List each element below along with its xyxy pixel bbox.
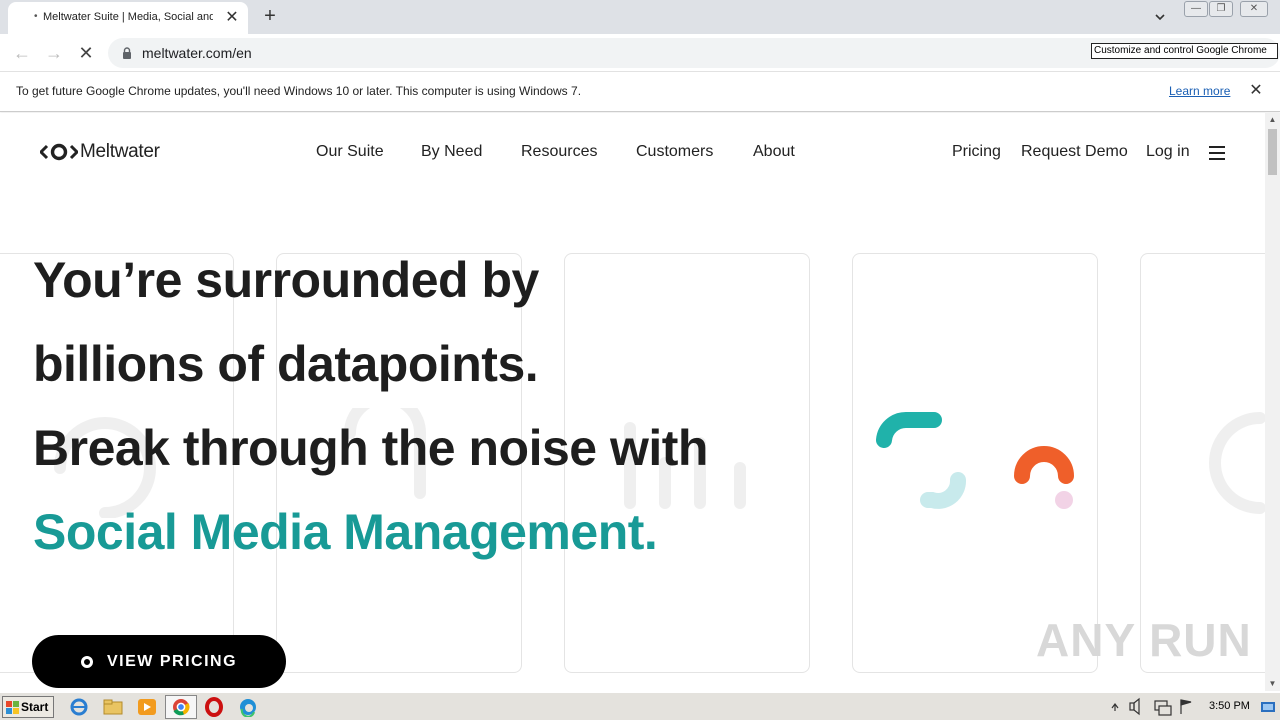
file-explorer-icon[interactable] [102,697,124,717]
view-pricing-button[interactable]: VIEW PRICING [32,635,286,688]
watermark: ANY RUN [1036,614,1252,666]
tab-search-icon[interactable] [1150,7,1170,27]
hero-headline-line-2: billions of datapoints. [33,336,539,392]
button-dot-icon [81,656,93,668]
cta-label: VIEW PRICING [107,653,238,670]
forward-button[interactable]: → [42,41,66,65]
hero-highlight: Social Media Management. [33,504,658,560]
windows-flag-icon [6,701,19,714]
menu-icon[interactable] [1209,146,1225,160]
chrome-icon [173,699,190,716]
tab-loading-icon: • [34,11,38,22]
windows-taskbar: Start 3:50 PM [0,692,1280,720]
web-page: Meltwater Our Suite By Need Resources Cu… [0,113,1265,691]
tab-close-icon[interactable]: ✕ [222,8,242,28]
tab-strip: • Meltwater Suite | Media, Social and Co… [0,0,1280,34]
nav-about[interactable]: About [753,143,795,161]
infobar-close-icon[interactable]: ✕ [1246,81,1266,101]
start-button[interactable]: Start [2,696,54,718]
window-close-button[interactable]: ✕ [1240,1,1268,17]
nav-resources[interactable]: Resources [521,143,597,161]
screen: • Meltwater Suite | Media, Social and Co… [0,0,1280,720]
update-infobar: To get future Google Chrome updates, you… [0,72,1280,112]
new-tab-button[interactable]: + [258,5,282,29]
opera-icon[interactable] [203,697,225,717]
faint-illustration [1209,412,1265,514]
chrome-taskbar-button[interactable] [165,695,197,719]
nav-by-need[interactable]: By Need [421,143,482,161]
logo-text: Meltwater [80,141,160,162]
infobar-message: To get future Google Chrome updates, you… [16,84,582,98]
start-label: Start [21,700,49,714]
edge-icon[interactable] [237,697,259,717]
nav-customers[interactable]: Customers [636,143,713,161]
nav-pricing[interactable]: Pricing [952,143,1001,161]
learn-more-link[interactable]: Learn more [1169,84,1230,98]
hero-headline-line-1: You’re surrounded by [33,252,539,308]
internet-explorer-icon[interactable] [68,697,90,717]
tab-title: Meltwater Suite | Media, Social and Cons… [43,11,213,23]
url-text: meltwater.com/en [142,45,252,61]
system-tray [1111,697,1275,716]
hero-headline-line-3: Break through the noise with [33,420,708,476]
nav-request-demo[interactable]: Request Demo [1021,143,1128,161]
loading-animation-shapes [876,411,1074,509]
taskbar-clock: 3:50 PM [1209,700,1250,712]
stop-loading-button[interactable]: ✕ [74,41,98,65]
restore-button[interactable]: ❐ [1209,1,1233,17]
scroll-up-arrow-icon[interactable]: ▲ [1265,113,1280,127]
scroll-thumb[interactable] [1268,129,1277,175]
logo-icon [40,143,78,161]
browser-toolbar: ← → ✕ meltwater.com/en [0,34,1280,72]
nav-log-in[interactable]: Log in [1146,143,1190,161]
nav-our-suite[interactable]: Our Suite [316,143,384,161]
browser-tab[interactable]: • Meltwater Suite | Media, Social and Co… [8,2,248,34]
tray-icons [1111,697,1192,716]
minimize-button[interactable]: — [1184,1,1208,17]
menu-tooltip: Customize and control Google Chrome [1091,43,1278,59]
lock-icon [123,47,131,59]
media-player-icon[interactable] [136,697,158,717]
scroll-down-arrow-icon[interactable]: ▼ [1265,677,1280,691]
page-scrollbar[interactable]: ▲ ▼ [1265,113,1280,691]
back-button[interactable]: ← [10,41,34,65]
